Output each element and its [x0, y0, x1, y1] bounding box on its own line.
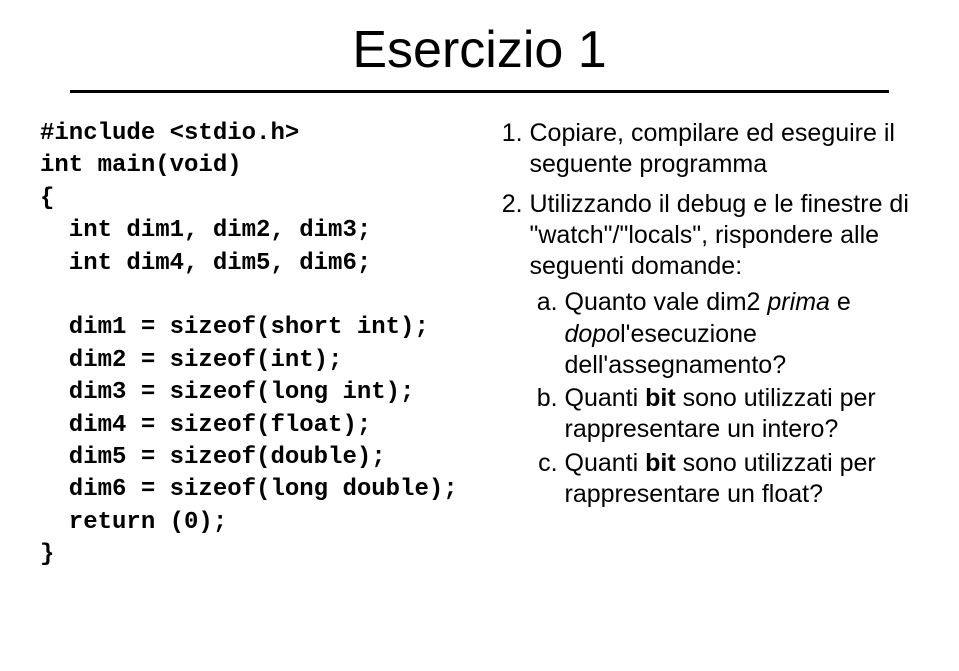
sub-question-item: Quanto vale dim2 prima e dopol'esecuzion…	[565, 287, 920, 381]
code-block: #include <stdio.h> int main(void) { int …	[40, 118, 480, 571]
code-line: return (0);	[40, 509, 227, 536]
code-line: dim3 = sizeof(long int);	[40, 379, 414, 406]
code-line: #include <stdio.h>	[40, 120, 299, 147]
sub-question-item: Quanti bit sono utilizzati per rappresen…	[565, 448, 920, 511]
sub-question-item: Quanti bit sono utilizzati per rappresen…	[565, 383, 920, 446]
text: Quanti	[565, 449, 646, 477]
text: Quanto vale dim2	[565, 288, 768, 316]
title-divider	[70, 90, 889, 93]
italic-text: prima	[767, 288, 830, 316]
instruction-text: Copiare, compilare ed eseguire il seguen…	[530, 119, 895, 178]
code-line: }	[40, 541, 54, 568]
code-line: int main(void)	[40, 152, 242, 179]
sub-questions-list: Quanto vale dim2 prima e dopol'esecuzion…	[530, 287, 920, 510]
text: Quanti	[565, 384, 646, 412]
instructions-list: Copiare, compilare ed eseguire il seguen…	[500, 118, 920, 510]
page-container: Esercizio 1 #include <stdio.h> int main(…	[0, 0, 959, 611]
code-line: int dim4, dim5, dim6;	[40, 250, 371, 277]
code-line: int dim1, dim2, dim3;	[40, 217, 371, 244]
code-line: dim6 = sizeof(long double);	[40, 476, 458, 503]
italic-text: dopo	[565, 320, 621, 348]
content-row: #include <stdio.h> int main(void) { int …	[40, 118, 919, 571]
code-line: dim4 = sizeof(float);	[40, 412, 371, 439]
bold-text: bit	[645, 384, 676, 412]
bold-text: bit	[645, 449, 676, 477]
code-line: dim1 = sizeof(short int);	[40, 314, 429, 341]
code-line: dim5 = sizeof(double);	[40, 444, 386, 471]
text: e	[830, 288, 851, 316]
code-line: {	[40, 185, 54, 212]
instruction-text: Utilizzando il debug e le finestre di "w…	[530, 190, 909, 281]
instruction-item: Utilizzando il debug e le finestre di "w…	[530, 189, 920, 511]
code-line: dim2 = sizeof(int);	[40, 347, 342, 374]
page-title: Esercizio 1	[40, 20, 919, 80]
instructions-block: Copiare, compilare ed eseguire il seguen…	[500, 118, 920, 571]
instruction-item: Copiare, compilare ed eseguire il seguen…	[530, 118, 920, 181]
